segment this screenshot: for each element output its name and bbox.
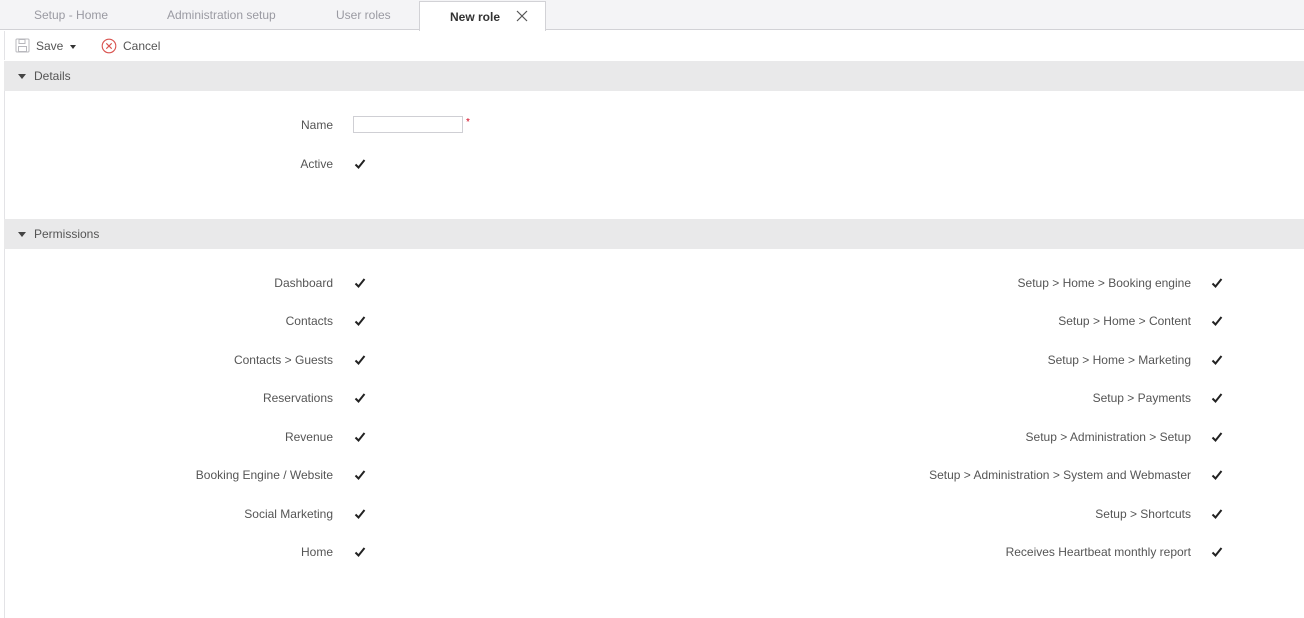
permission-label: Setup > Payments	[1092, 391, 1191, 405]
save-button[interactable]: Save	[15, 31, 77, 60]
permission-checkbox[interactable]	[1211, 546, 1223, 558]
active-checkbox[interactable]	[354, 158, 366, 170]
tab-new-role[interactable]: New role	[419, 1, 546, 31]
name-label: Name	[300, 118, 333, 132]
cancel-label: Cancel	[123, 38, 161, 53]
permission-checkbox[interactable]	[1211, 277, 1223, 289]
cancel-icon	[101, 38, 117, 53]
permission-label: Setup > Home > Content	[1058, 314, 1191, 328]
tab-setup-home[interactable]: Setup - Home	[34, 0, 108, 30]
tab-administration-setup[interactable]: Administration setup	[167, 0, 276, 30]
save-label: Save	[36, 38, 64, 53]
caret-down-icon	[18, 73, 26, 79]
name-field[interactable]	[353, 116, 463, 133]
permission-checkbox[interactable]	[1211, 508, 1223, 520]
permissions-title: Permissions	[34, 227, 100, 241]
save-icon	[15, 38, 30, 53]
caret-down-icon	[18, 231, 26, 237]
permission-checkbox[interactable]	[1211, 354, 1223, 366]
permission-checkbox[interactable]	[1211, 315, 1223, 327]
active-label: Active	[300, 157, 333, 171]
name-row: Name	[0, 117, 1304, 133]
tab-new-role-label: New role	[450, 10, 501, 24]
toolbar: Save Cancel	[4, 31, 1304, 60]
required-marker: *	[466, 117, 470, 128]
details-title: Details	[34, 69, 71, 83]
permission-checkbox[interactable]	[1211, 431, 1223, 443]
permission-row: Setup > Shortcuts	[0, 506, 1304, 522]
permission-row: Setup > Home > Booking engine	[0, 275, 1304, 291]
permission-row: Setup > Payments	[0, 390, 1304, 406]
permission-row: Setup > Home > Marketing	[0, 352, 1304, 368]
permission-label: Setup > Administration > System and Webm…	[929, 468, 1191, 482]
permission-checkbox[interactable]	[1211, 469, 1223, 481]
permission-label: Setup > Administration > Setup	[1025, 430, 1191, 444]
permission-row: Setup > Administration > System and Webm…	[0, 467, 1304, 483]
permission-row: Setup > Administration > Setup	[0, 429, 1304, 445]
permission-row: Setup > Home > Content	[0, 313, 1304, 329]
permissions-section-header[interactable]: Permissions	[4, 219, 1304, 249]
permission-label: Receives Heartbeat monthly report	[1005, 545, 1191, 559]
permission-label: Setup > Shortcuts	[1095, 507, 1191, 521]
details-section-header[interactable]: Details	[4, 61, 1304, 91]
permission-row: Receives Heartbeat monthly report	[0, 544, 1304, 560]
permission-label: Setup > Home > Booking engine	[1017, 276, 1191, 290]
permission-label: Setup > Home > Marketing	[1047, 353, 1191, 367]
cancel-button[interactable]: Cancel	[101, 31, 160, 60]
close-icon[interactable]	[516, 10, 528, 22]
chevron-down-icon[interactable]	[70, 44, 77, 49]
tab-user-roles[interactable]: User roles	[336, 0, 391, 30]
active-row: Active	[0, 156, 1304, 172]
tab-bar: Setup - Home Administration setup User r…	[0, 0, 1304, 31]
permission-checkbox[interactable]	[1211, 392, 1223, 404]
